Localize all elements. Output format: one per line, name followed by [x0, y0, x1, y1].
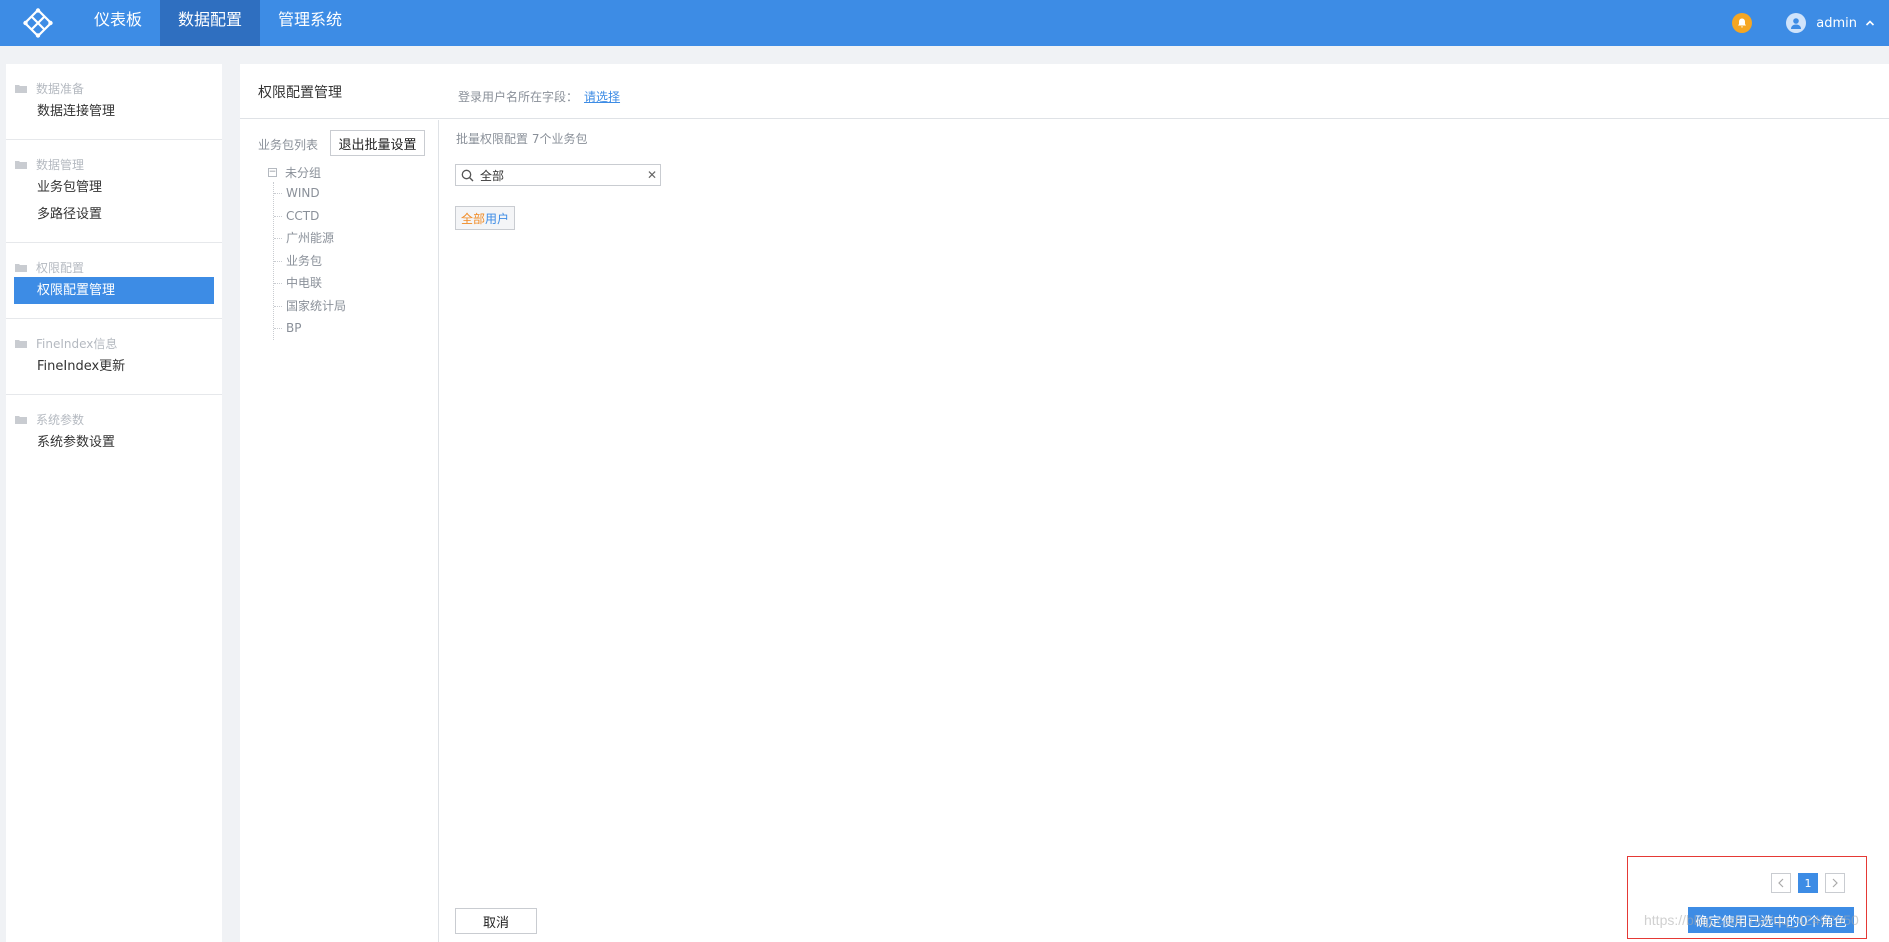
exit-batch-button[interactable]: 退出批量设置 [330, 130, 425, 156]
tree-item[interactable]: CCTD [274, 205, 346, 228]
search-input[interactable] [480, 166, 644, 184]
tree-item[interactable]: WIND [274, 182, 346, 205]
search-icon [461, 169, 474, 182]
chevron-right-icon[interactable] [1825, 873, 1845, 893]
main-panel: 权限配置管理 登录用户名所在字段： 请选择 业务包列表 退出批量设置 − 未分组 … [240, 64, 1889, 942]
top-navbar: 仪表板 数据配置 管理系统 admin [0, 0, 1889, 46]
tree-group-ungrouped[interactable]: − 未分组 [268, 162, 346, 182]
all-users-label-part1: 全部 [461, 211, 486, 226]
folder-icon [15, 264, 27, 272]
folder-icon [15, 161, 27, 169]
sidebar-group-label: 数据准备 [36, 81, 85, 96]
sidebar-group-label: 权限配置 [36, 260, 85, 275]
sidebar-item-fineindex-update[interactable]: FineIndex更新 [14, 353, 214, 380]
sidebar-group-title: 数据准备 [6, 78, 222, 98]
package-list-label: 业务包列表 [258, 138, 319, 152]
cancel-button[interactable]: 取消 [455, 908, 537, 934]
package-list-pane: 业务包列表 退出批量设置 − 未分组 WIND CCTD 广州能源 业务包 中电… [240, 120, 439, 942]
tree-item[interactable]: 业务包 [274, 250, 346, 273]
sidebar-group-title: 数据管理 [6, 154, 222, 174]
sidebar-group-data-prep: 数据准备 数据连接管理 [6, 64, 222, 140]
clear-icon[interactable]: ✕ [644, 168, 660, 182]
tab-dashboard[interactable]: 仪表板 [76, 0, 160, 46]
main-header: 权限配置管理 登录用户名所在字段： 请选择 [240, 64, 1889, 119]
tab-data-config[interactable]: 数据配置 [160, 0, 261, 46]
bell-icon[interactable] [1732, 13, 1753, 33]
sidebar-item-permission-management[interactable]: 权限配置管理 [14, 277, 214, 304]
tree-item[interactable]: BP [274, 317, 346, 340]
login-field-label: 登录用户名所在字段： [458, 90, 579, 104]
folder-icon [15, 85, 27, 93]
tree-item[interactable]: 国家统计局 [274, 295, 346, 318]
sidebar-item-data-connection[interactable]: 数据连接管理 [14, 98, 214, 125]
all-users-button[interactable]: 全部 用户 [455, 206, 516, 230]
sidebar-group-system-params: 系统参数 系统参数设置 [6, 395, 222, 470]
package-tree: − 未分组 WIND CCTD 广州能源 业务包 中电联 国家统计局 BP [268, 162, 346, 340]
page-number[interactable]: 1 [1798, 873, 1818, 893]
tab-admin-system[interactable]: 管理系统 [260, 0, 360, 46]
sidebar-group-fineindex: FineIndex信息 FineIndex更新 [6, 319, 222, 395]
confirm-roles-button[interactable]: 确定使用已选中的0个角色 [1688, 907, 1854, 933]
batch-permission-title: 批量权限配置 7个业务包 [456, 132, 588, 146]
sidebar-group-data-management: 数据管理 业务包管理 多路径设置 [6, 140, 222, 243]
sidebar-group-permissions: 权限配置 权限配置管理 [6, 243, 222, 319]
sidebar-group-title: 权限配置 [6, 257, 222, 277]
sidebar-group-title: FineIndex信息 [6, 333, 222, 353]
pagination: 1 [1771, 873, 1845, 893]
sidebar-group-label: 系统参数 [36, 412, 85, 427]
app-logo[interactable] [0, 0, 76, 46]
login-field-setting: 登录用户名所在字段： 请选择 [458, 88, 620, 105]
tree-group-label: 未分组 [285, 165, 322, 180]
sidebar-item-package-management[interactable]: 业务包管理 [14, 174, 214, 201]
chevron-left-icon[interactable] [1771, 873, 1791, 893]
folder-icon [15, 416, 27, 424]
sidebar-group-label: FineIndex信息 [36, 336, 118, 351]
tree-item[interactable]: 广州能源 [274, 227, 346, 250]
role-search-box[interactable]: ✕ [455, 164, 661, 186]
all-users-label-part2: 用户 [485, 211, 510, 226]
sidebar-group-title: 系统参数 [6, 409, 222, 429]
sidebar-item-multipath[interactable]: 多路径设置 [14, 201, 214, 228]
folder-icon [15, 340, 27, 348]
sidebar: 数据准备 数据连接管理 数据管理 业务包管理 多路径设置 权限配置 权限配置管理… [6, 64, 222, 942]
page-title: 权限配置管理 [258, 85, 342, 101]
chevron-up-icon[interactable] [1865, 16, 1875, 31]
sidebar-group-label: 数据管理 [36, 157, 85, 172]
select-login-field-link[interactable]: 请选择 [584, 90, 620, 104]
username[interactable]: admin [1816, 16, 1857, 31]
avatar-icon[interactable] [1786, 13, 1807, 33]
tree-children: WIND CCTD 广州能源 业务包 中电联 国家统计局 BP [273, 182, 346, 340]
sidebar-item-system-params[interactable]: 系统参数设置 [14, 429, 214, 456]
batch-permission-pane: 批量权限配置 7个业务包 ✕ 全部用户 取消 [440, 120, 1889, 942]
tree-item[interactable]: 中电联 [274, 272, 346, 295]
collapse-icon[interactable]: − [268, 167, 277, 177]
